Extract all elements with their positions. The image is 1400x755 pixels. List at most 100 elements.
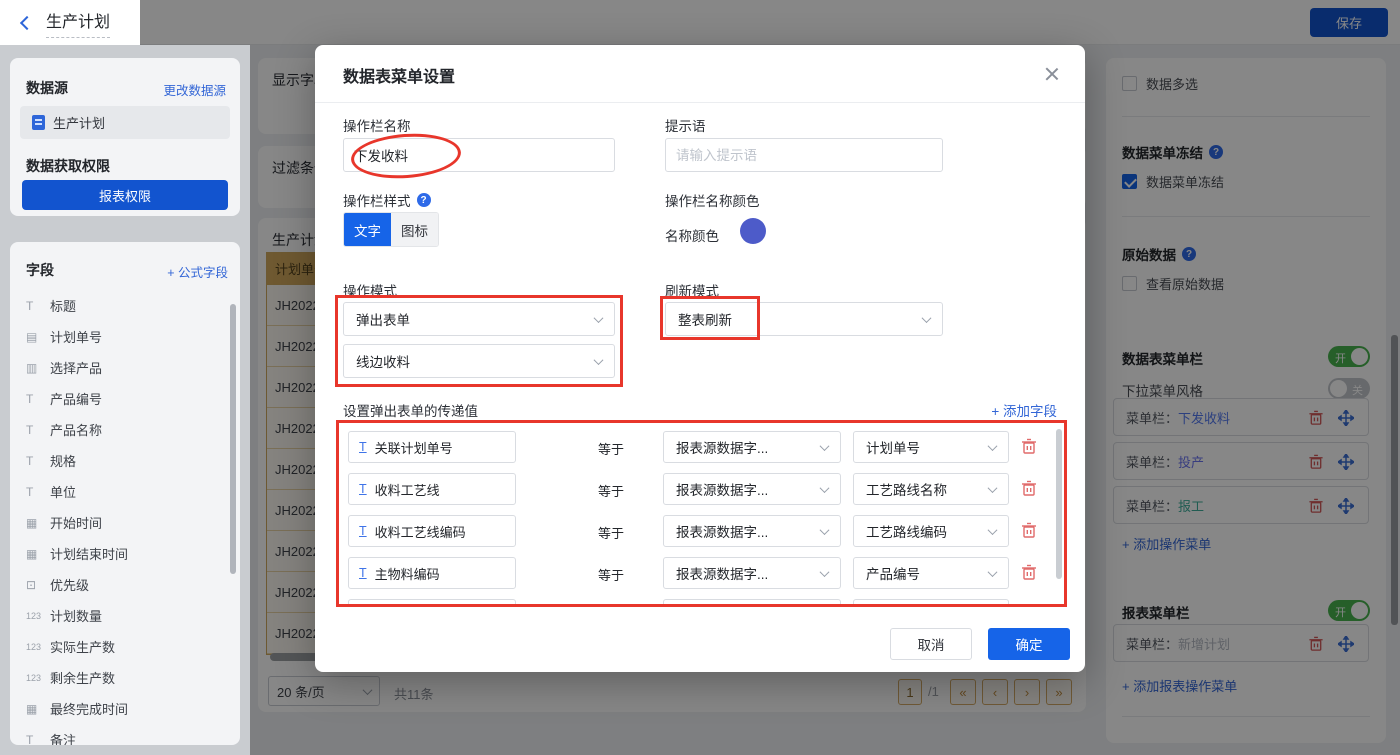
source-select[interactable]: 报表源数据字... <box>663 431 841 463</box>
field-label: 标题 <box>50 299 77 314</box>
field-label: 规格 <box>50 454 77 469</box>
color-swatch[interactable] <box>740 218 766 244</box>
number-icon: 123 <box>26 672 42 683</box>
field-item[interactable]: T 单位 <box>26 476 222 507</box>
field-item[interactable]: ⊡ 优先级 <box>26 569 222 600</box>
field-name: 关联计划单号 <box>374 440 453 456</box>
source-select[interactable]: 报表源数据字... <box>663 515 841 547</box>
date-icon: ▦ <box>26 546 38 561</box>
field-box[interactable]: T 主物料编码 <box>348 557 516 589</box>
style-option-icon[interactable]: 图标 <box>391 213 438 246</box>
source-select[interactable]: 报表源数据字... <box>663 557 841 589</box>
action-form-select[interactable]: 线边收料 <box>343 344 615 378</box>
value-select[interactable]: 工艺路线编码 <box>853 515 1009 547</box>
field-label: 开始时间 <box>50 516 103 531</box>
action-mode-select[interactable]: 弹出表单 <box>343 302 615 336</box>
value-value: 计划单号 <box>866 441 920 456</box>
number-icon: 123 <box>26 610 42 621</box>
add-formula-field-link[interactable]: + 公式字段 <box>167 262 228 281</box>
delete-icon[interactable] <box>1021 522 1037 539</box>
chevron-down-icon <box>987 524 998 535</box>
style-label: 操作栏样式 ? <box>343 190 431 210</box>
delete-icon[interactable] <box>1021 438 1037 455</box>
field-label: 选择产品 <box>50 361 103 376</box>
rows-scrollbar-thumb[interactable] <box>1056 429 1062 579</box>
field-name: 收料工艺线编码 <box>374 524 466 540</box>
value-value: 工艺路线编码 <box>866 525 947 540</box>
operator-label: 等于 <box>598 568 625 583</box>
value-select[interactable]: 工艺路线名称 <box>853 473 1009 505</box>
add-field-link[interactable]: + 添加字段 <box>991 400 1057 420</box>
field-item[interactable]: T 产品名称 <box>26 414 222 445</box>
action-name-label: 操作栏名称 <box>343 119 411 134</box>
style-label-text: 操作栏样式 <box>343 194 411 209</box>
chart-icon: ▥ <box>26 360 38 375</box>
field-label: 剩余生产数 <box>50 671 116 686</box>
cancel-button[interactable]: 取消 <box>890 628 972 660</box>
source-value: 报表源数据字... <box>676 483 769 498</box>
field-label: 单位 <box>50 485 77 500</box>
field-label: 实际生产数 <box>50 640 116 655</box>
pass-value-label: 设置弹出表单的传递值 <box>343 404 478 419</box>
value-select[interactable] <box>853 599 1009 605</box>
chevron-down-icon <box>593 312 604 323</box>
value-select[interactable]: 产品编号 <box>853 557 1009 589</box>
field-box[interactable]: T 收料工艺线编码 <box>348 515 516 547</box>
left-sidebar: 数据源 更改数据源 生产计划 数据获取权限 报表权限 字段 + 公式字段 T 标题… <box>0 45 250 755</box>
action-name-input[interactable] <box>343 138 615 172</box>
field-box[interactable]: T 关联计划单号 <box>348 431 516 463</box>
text-icon: T <box>26 453 34 468</box>
datasource-item[interactable]: 生产计划 <box>20 106 230 139</box>
text-icon: T <box>26 484 34 499</box>
field-item[interactable]: T 标题 <box>26 290 222 321</box>
permission-title: 数据获取权限 <box>26 158 110 174</box>
chevron-down-icon <box>593 354 604 365</box>
report-permission-button[interactable]: 报表权限 <box>22 180 228 210</box>
name-color-label: 名称颜色 <box>665 229 719 244</box>
pass-value-row: T 收料工艺线编码 等于 报表源数据字... 工艺路线编码 <box>343 515 1062 547</box>
field-item[interactable]: T 备注 <box>26 724 222 746</box>
field-item[interactable]: 123 计划数量 <box>26 600 222 631</box>
field-box[interactable]: T 收料工艺线 <box>348 473 516 505</box>
field-item[interactable]: T 产品编号 <box>26 383 222 414</box>
text-icon: T <box>26 422 34 437</box>
help-icon[interactable]: ? <box>416 193 431 207</box>
operator-label: 等于 <box>598 526 625 541</box>
operator-label: 等于 <box>598 442 625 457</box>
field-label: 最终完成时间 <box>50 702 129 717</box>
source-value: 报表源数据字... <box>676 567 769 582</box>
pass-value-rows: T 关联计划单号 等于 报表源数据字... 计划单号 T 收料工艺线 等于 报表源数… <box>343 425 1062 605</box>
source-select[interactable]: 报表源数据字... <box>663 473 841 505</box>
close-icon[interactable] <box>1043 65 1061 83</box>
value-select[interactable]: 计划单号 <box>853 431 1009 463</box>
action-form-value: 线边收料 <box>356 355 410 370</box>
field-item[interactable]: ▦ 计划结束时间 <box>26 538 222 569</box>
pass-value-row: T 主物料编码 等于 报表源数据字... 产品编号 <box>343 557 1062 589</box>
delete-icon[interactable] <box>1021 564 1037 581</box>
field-item[interactable]: T 规格 <box>26 445 222 476</box>
tip-input[interactable] <box>665 138 943 172</box>
field-item[interactable]: ▥ 选择产品 <box>26 352 222 383</box>
pass-value-row-clipped: 等于 <box>343 599 1062 605</box>
field-item[interactable]: 123 剩余生产数 <box>26 662 222 693</box>
field-box[interactable] <box>348 599 516 605</box>
field-name: 收料工艺线 <box>374 482 440 498</box>
back-icon[interactable] <box>19 15 35 30</box>
field-item[interactable]: ▤ 计划单号 <box>26 321 222 352</box>
text-icon: T <box>26 732 34 746</box>
field-item[interactable]: 123 实际生产数 <box>26 631 222 662</box>
style-option-text[interactable]: 文字 <box>344 213 391 246</box>
field-item[interactable]: ▦ 开始时间 <box>26 507 222 538</box>
change-datasource-link[interactable]: 更改数据源 <box>163 80 226 99</box>
title-icon: T <box>26 298 34 313</box>
text-icon: T <box>359 524 367 538</box>
source-select[interactable] <box>663 599 841 605</box>
dialog-title: 数据表菜单设置 <box>343 69 456 86</box>
confirm-button[interactable]: 确定 <box>988 628 1070 660</box>
delete-icon[interactable] <box>1021 480 1037 497</box>
field-item[interactable]: ▦ 最终完成时间 <box>26 693 222 724</box>
fields-scrollbar-thumb[interactable] <box>230 304 236 574</box>
serial-icon: ▤ <box>26 329 38 344</box>
refresh-mode-select[interactable]: 整表刷新 <box>665 302 943 336</box>
select-icon: ⊡ <box>26 577 37 592</box>
